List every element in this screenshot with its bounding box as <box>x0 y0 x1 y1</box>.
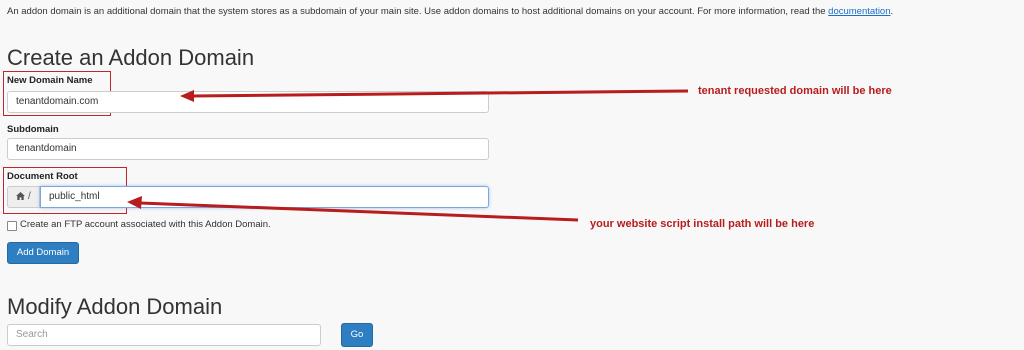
domain-annotation: tenant requested domain will be here <box>698 85 892 97</box>
domain-arrow <box>180 89 689 102</box>
annotation-arrows <box>127 89 689 222</box>
path-arrow <box>127 196 579 222</box>
path-annotation: your website script install path will be… <box>590 218 815 230</box>
